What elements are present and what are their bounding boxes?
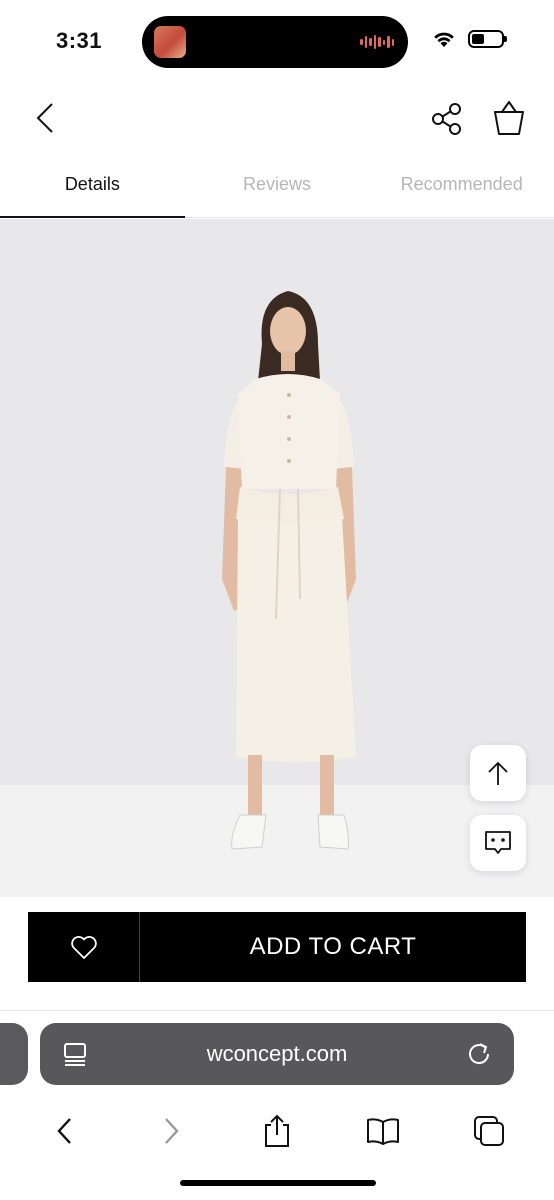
reload-icon[interactable] [444, 1023, 514, 1085]
purchase-action-bar: ADD TO CART [28, 912, 526, 982]
product-image[interactable] [0, 219, 554, 897]
tab-recommended[interactable]: Recommended [369, 160, 554, 217]
tab-reviews[interactable]: Reviews [185, 160, 370, 217]
battery-icon [468, 30, 507, 48]
dynamic-island[interactable] [142, 16, 408, 68]
chevron-left-icon [36, 103, 53, 133]
address-bar[interactable]: wconcept.com [40, 1023, 514, 1085]
url-text: wconcept.com [206, 1041, 348, 1066]
scroll-to-top-button[interactable] [470, 745, 526, 801]
add-to-cart-button[interactable]: ADD TO CART [140, 912, 526, 982]
shopping-bag-icon [494, 101, 524, 135]
arrow-up-icon [488, 761, 508, 785]
previous-tab-preview[interactable] [0, 1023, 28, 1085]
browser-share-button[interactable] [257, 1111, 297, 1151]
browser-bar: wconcept.com [0, 1011, 554, 1200]
back-button[interactable] [28, 98, 64, 138]
chatbot-button[interactable] [470, 815, 526, 871]
app-header [0, 84, 554, 150]
share-button[interactable] [428, 100, 466, 138]
chevron-left-icon [57, 1118, 71, 1144]
page-menu-icon[interactable] [40, 1023, 110, 1085]
share-up-icon [265, 1114, 289, 1147]
product-tabs: Details Reviews Recommended [0, 160, 554, 218]
status-icons [432, 30, 507, 48]
tab-details[interactable]: Details [0, 160, 185, 218]
chevron-right-icon [165, 1118, 179, 1144]
battery-level [472, 34, 484, 44]
status-time: 3:31 [56, 28, 103, 53]
heart-icon [70, 936, 97, 959]
wishlist-button[interactable] [28, 912, 140, 982]
bookmarks-button[interactable] [363, 1111, 403, 1151]
chat-bot-icon [485, 831, 511, 854]
tabs-button[interactable] [469, 1111, 509, 1151]
browser-forward-button[interactable] [151, 1111, 191, 1151]
share-icon [432, 103, 461, 135]
home-indicator [180, 1180, 376, 1186]
status-bar: 3:31 [0, 0, 554, 80]
now-playing-artwork [154, 26, 186, 58]
tabs-icon [474, 1116, 504, 1146]
browser-back-button[interactable] [45, 1111, 85, 1151]
browser-toolbar [0, 1101, 554, 1161]
audio-waveform-icon [360, 34, 394, 50]
book-icon [367, 1118, 399, 1145]
cart-button[interactable] [490, 98, 528, 138]
wifi-icon [434, 32, 454, 47]
